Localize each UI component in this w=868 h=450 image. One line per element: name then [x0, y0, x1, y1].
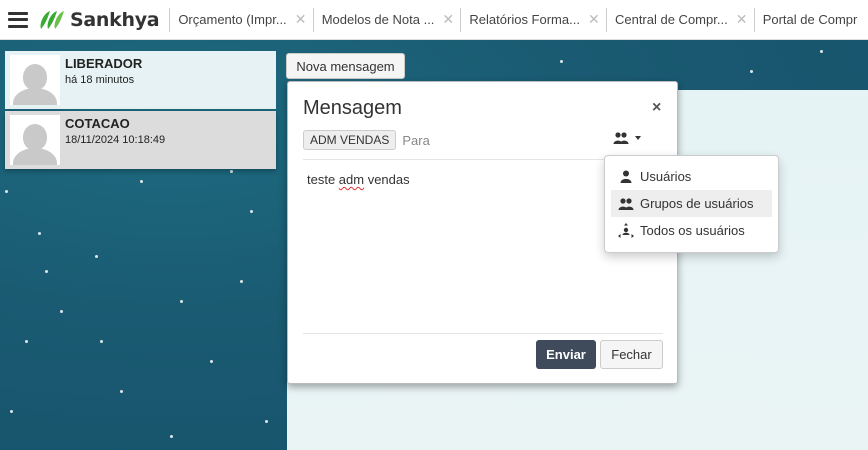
tab-label: Orçamento (Impr...	[178, 12, 287, 27]
user-name: COTACAO	[65, 116, 130, 131]
menu-item-grupos[interactable]: Grupos de usuários	[611, 190, 772, 217]
divider	[303, 333, 663, 334]
user-timestamp: 18/11/2024 10:18:49	[65, 134, 166, 146]
avatar	[10, 115, 60, 165]
tab-modelos-de-nota[interactable]: Modelos de Nota ... ✕	[312, 7, 461, 32]
tab-bar: Orçamento (Impr... ✕ Modelos de Nota ...…	[169, 0, 865, 40]
new-message-button[interactable]: Nova mensagem	[286, 53, 405, 79]
close-icon[interactable]: ×	[652, 99, 661, 117]
brand-logo[interactable]: Sankhya	[38, 0, 160, 40]
close-icon[interactable]: ✕	[588, 11, 600, 28]
user-card[interactable]: COTACAO 18/11/2024 10:18:49	[5, 111, 276, 169]
send-button[interactable]: Enviar	[536, 340, 596, 369]
top-bar: Sankhya Orçamento (Impr... ✕ Modelos de …	[0, 0, 868, 40]
recipient-type-dropdown[interactable]	[613, 132, 641, 144]
menu-item-label: Grupos de usuários	[640, 196, 754, 211]
menu-icon[interactable]	[8, 11, 28, 28]
tab-label: Portal de Compr	[762, 12, 858, 27]
close-icon[interactable]: ✕	[295, 11, 307, 28]
recipient-chip[interactable]: ADM VENDAS	[303, 130, 397, 150]
message-body[interactable]: teste adm vendas	[307, 172, 410, 187]
brand-name: Sankhya	[70, 8, 160, 31]
tab-central-de-compras[interactable]: Central de Compr... ✕	[605, 7, 754, 32]
message-text: teste	[307, 172, 339, 187]
close-button[interactable]: Fechar	[600, 340, 663, 369]
close-icon[interactable]: ✕	[442, 11, 454, 28]
avatar	[10, 55, 60, 105]
recipient-type-menu: Usuários Grupos de usuários Todos os usu…	[604, 155, 779, 253]
user-icon	[617, 169, 635, 185]
misspelled-word: adm	[338, 172, 365, 187]
tab-label: Modelos de Nota ...	[321, 12, 435, 27]
sankhya-logo-icon	[40, 10, 64, 29]
tab-label: Relatórios Forma...	[469, 12, 580, 27]
message-text: vendas	[364, 172, 410, 187]
user-name: LIBERADOR	[65, 56, 143, 71]
tab-label: Central de Compr...	[614, 12, 728, 27]
menu-item-label: Todos os usuários	[640, 223, 745, 238]
tab-orcamento[interactable]: Orçamento (Impr... ✕	[169, 7, 312, 32]
tab-portal-de-compras[interactable]: Portal de Compr	[753, 7, 866, 32]
dialog-title: Mensagem	[303, 97, 402, 119]
group-icon	[617, 196, 635, 212]
menu-item-todos[interactable]: Todos os usuários	[611, 217, 772, 244]
close-icon[interactable]: ✕	[736, 11, 748, 28]
group-icon	[613, 132, 629, 144]
menu-item-label: Usuários	[640, 169, 692, 184]
tab-relatorios[interactable]: Relatórios Forma... ✕	[460, 7, 606, 32]
chevron-down-icon	[635, 136, 641, 140]
all-users-icon	[617, 222, 635, 239]
user-card[interactable]: LIBERADOR há 18 minutos	[5, 51, 276, 109]
recipient-input[interactable]: Para	[402, 133, 429, 148]
menu-item-usuarios[interactable]: Usuários	[611, 163, 772, 190]
user-timestamp: há 18 minutos	[65, 74, 135, 86]
user-list: LIBERADOR há 18 minutos COTACAO 18/11/20…	[5, 51, 276, 171]
